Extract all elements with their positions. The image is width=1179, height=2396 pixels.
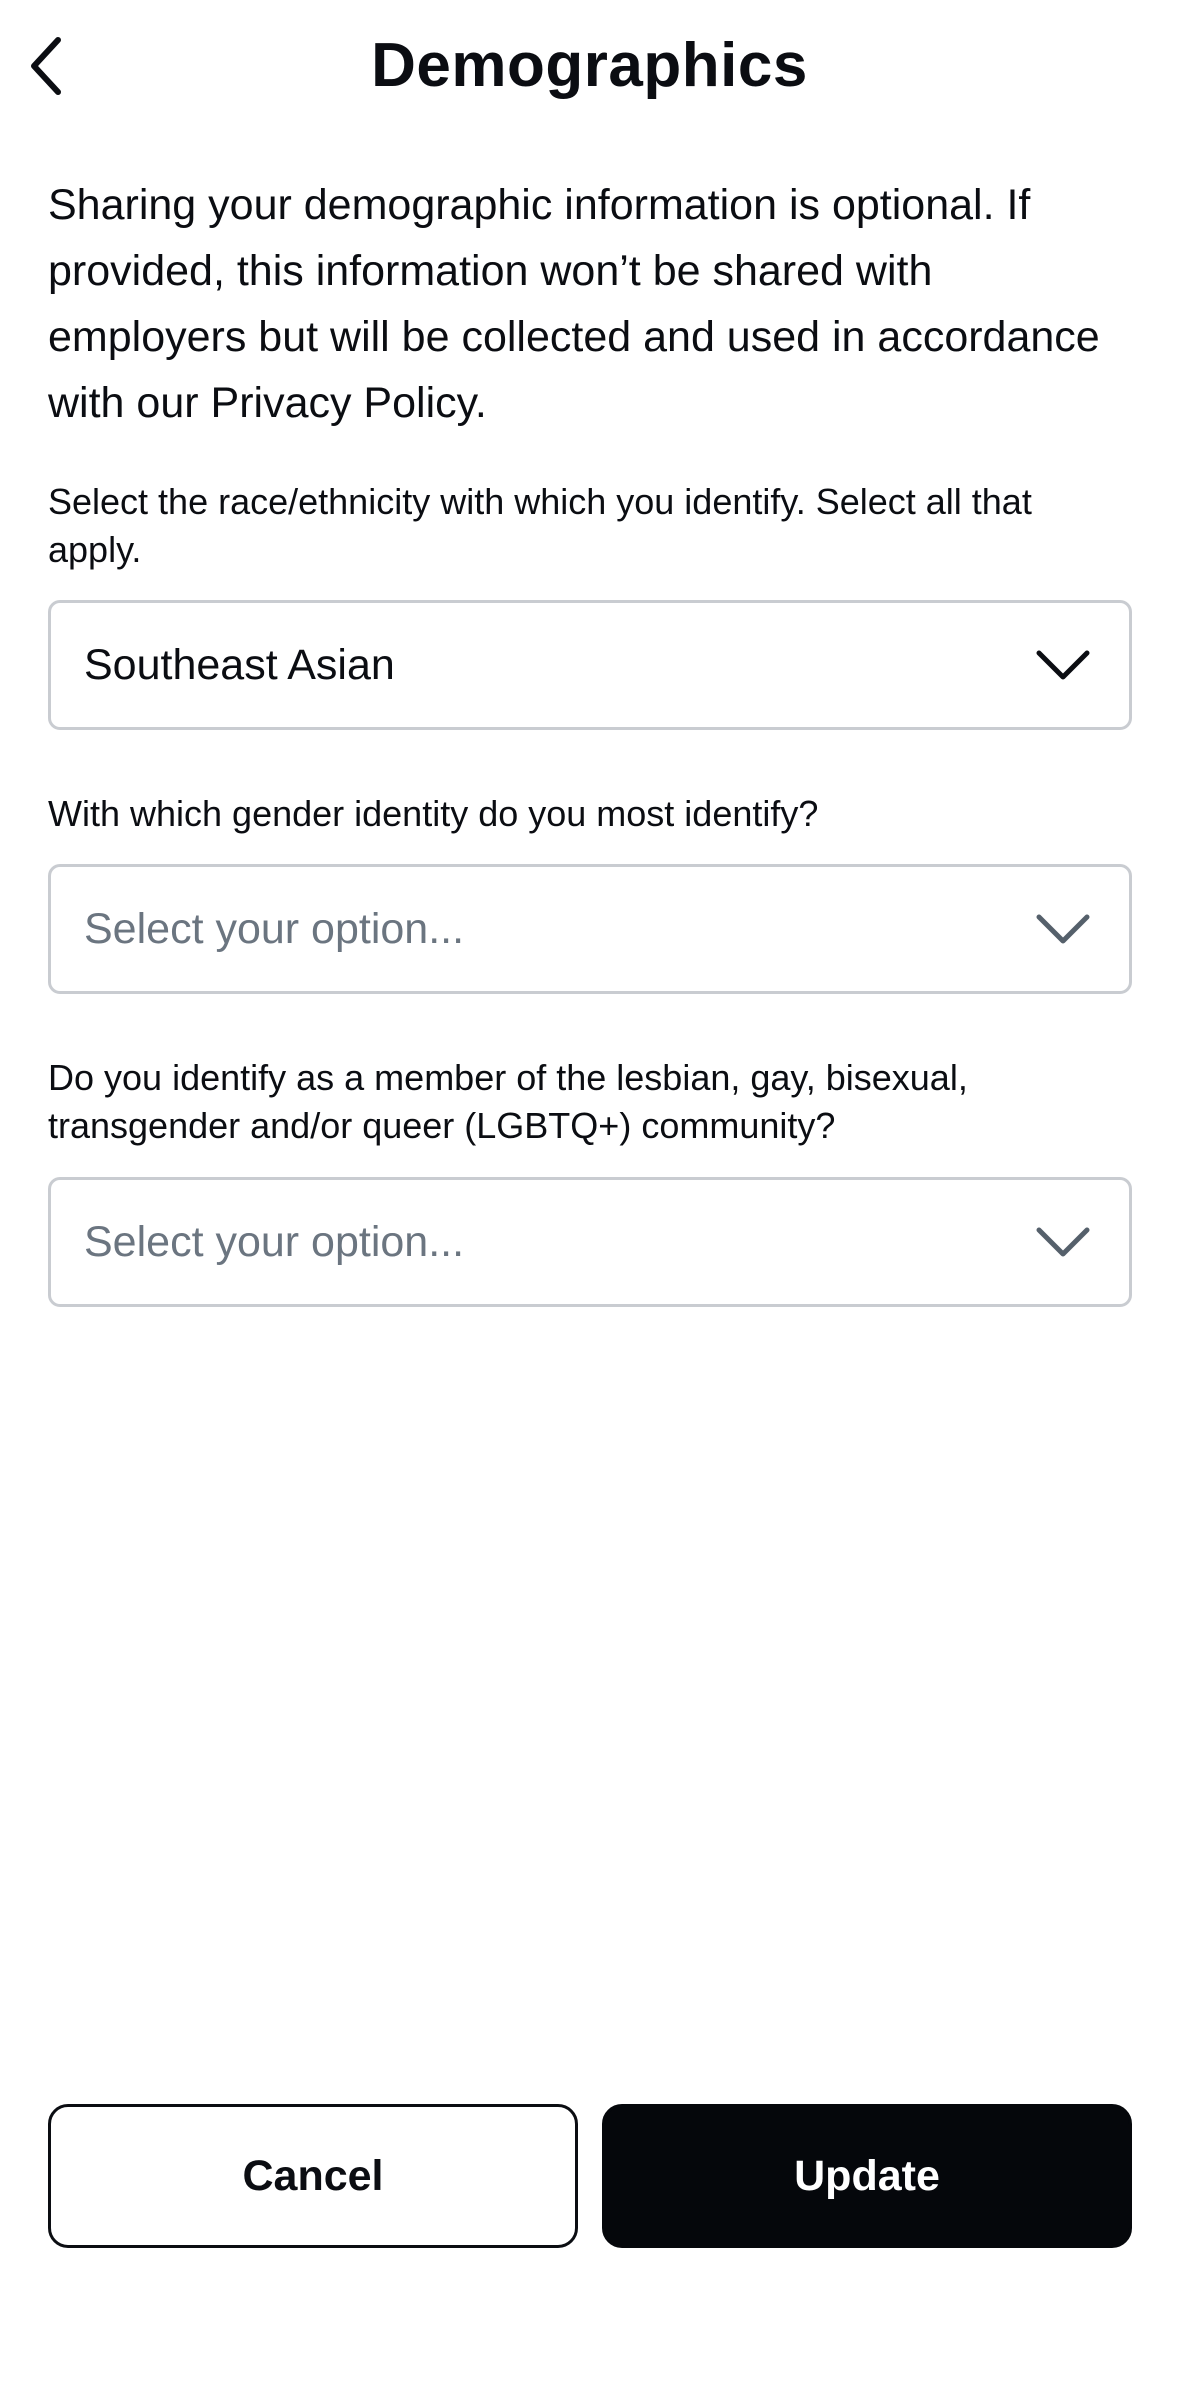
- gender-identity-placeholder: Select your option...: [84, 905, 465, 953]
- top-bar: Demographics: [0, 0, 1179, 134]
- cancel-button[interactable]: Cancel: [48, 2104, 578, 2248]
- privacy-intro-text: Sharing your demographic information is …: [48, 181, 1100, 427]
- race-ethnicity-select[interactable]: Southeast Asian: [48, 600, 1132, 730]
- cancel-button-label: Cancel: [242, 2151, 384, 2200]
- lgbtq-select[interactable]: Select your option...: [48, 1177, 1132, 1307]
- gender-identity-select[interactable]: Select your option...: [48, 864, 1132, 994]
- update-button[interactable]: Update: [602, 2104, 1132, 2248]
- race-ethnicity-value: Southeast Asian: [84, 641, 395, 689]
- race-ethnicity-label: Select the race/ethnicity with which you…: [48, 481, 1032, 570]
- page-title: Demographics: [371, 31, 808, 100]
- gender-identity-label: With which gender identity do you most i…: [48, 793, 819, 834]
- lgbtq-label: Do you identify as a member of the lesbi…: [48, 1057, 968, 1146]
- update-button-label: Update: [794, 2151, 940, 2200]
- lgbtq-placeholder: Select your option...: [84, 1218, 465, 1266]
- chevron-down-icon: [1036, 1227, 1090, 1257]
- chevron-down-icon: [1036, 650, 1090, 680]
- chevron-down-icon: [1036, 914, 1090, 944]
